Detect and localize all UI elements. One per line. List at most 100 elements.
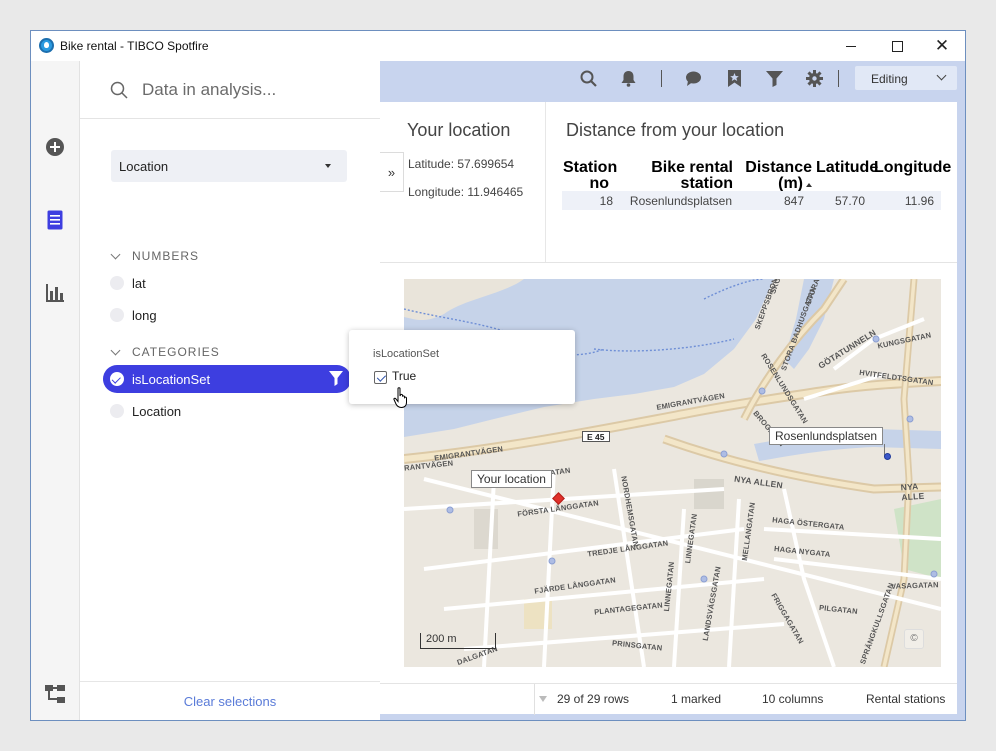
table-cell: 11.96 <box>904 194 934 208</box>
header-line: Longitude <box>874 159 952 176</box>
notifications-bell-icon[interactable] <box>620 70 637 87</box>
app-window: Bike rental - TIBCO Spotfire ✕ Location <box>30 30 966 721</box>
filter-icon[interactable] <box>766 70 783 87</box>
column-select-radio[interactable] <box>110 308 124 322</box>
window-title: Bike rental - TIBCO Spotfire <box>60 39 209 53</box>
street-label: HAGA NYGATA <box>773 544 831 559</box>
maximize-button[interactable] <box>874 31 920 61</box>
header-line: Station <box>563 159 618 176</box>
map-copyright-button[interactable]: © <box>904 629 924 649</box>
column-header-station-no[interactable]: Station no <box>563 159 618 192</box>
table-cell: 18 <box>599 194 613 208</box>
status-rows: 29 of 29 rows <box>557 692 630 706</box>
street-label: MELLANGATAN <box>739 501 758 562</box>
title-bar: Bike rental - TIBCO Spotfire ✕ <box>31 31 965 61</box>
map-scale-label: 200 m <box>426 633 457 645</box>
divider <box>545 102 546 262</box>
caret-down-icon[interactable] <box>539 696 547 702</box>
column-item-location[interactable]: Location <box>110 400 181 422</box>
data-canvas-icon[interactable] <box>45 684 65 704</box>
street-label: LINNEGATAN <box>683 513 699 564</box>
table-cell: 847 <box>783 194 804 208</box>
street-label: RANTVÄGEN <box>404 458 454 473</box>
street-label: ATAN <box>549 465 572 478</box>
data-search-input[interactable] <box>142 77 362 103</box>
column-header-distance[interactable]: Distance (m) <box>742 160 812 192</box>
station-marker[interactable] <box>884 453 891 460</box>
street-label: HVITFELDTSGATAN <box>858 367 935 388</box>
street-label: KUNGSGATAN <box>876 330 932 351</box>
column-label: isLocationSet <box>132 371 211 387</box>
search-icon <box>110 81 128 99</box>
column-select-radio[interactable] <box>110 276 124 290</box>
data-panel-icon[interactable] <box>45 210 65 230</box>
street-label: TREDJE LÅNGGATAN <box>586 538 669 559</box>
street-label: FRIGGAGATAN <box>769 591 806 646</box>
chevron-down-icon <box>936 70 947 81</box>
header-line: Latitude <box>816 159 879 176</box>
caret-down-icon <box>325 164 331 168</box>
your-location-title: Your location <box>407 120 511 140</box>
column-label: Location <box>132 403 182 419</box>
status-bar: 29 of 29 rows 1 marked 10 columns Rental… <box>380 683 957 715</box>
your-location-latitude: Latitude: 57.699654 <box>408 157 515 171</box>
chevron-down-icon <box>110 345 121 355</box>
header-line: Bike rental station <box>651 159 733 192</box>
close-button[interactable]: ✕ <box>919 31 965 61</box>
chevron-down-icon <box>110 249 121 259</box>
settings-gear-icon[interactable] <box>806 70 823 87</box>
street-label: NYA ALLE <box>900 481 925 503</box>
data-table-select[interactable]: Location <box>111 150 347 182</box>
spotfire-logo-icon <box>39 38 54 53</box>
column-header-longitude[interactable]: Longitude <box>874 159 952 176</box>
column-item-islocationset[interactable]: isLocationSet <box>103 365 351 393</box>
minimize-button[interactable] <box>828 31 874 61</box>
mode-dropdown[interactable]: Editing <box>855 66 957 90</box>
column-label: lat <box>132 275 146 291</box>
column-item-lat[interactable]: lat <box>110 272 146 294</box>
add-icon[interactable] <box>45 137 65 157</box>
your-location-longitude: Longitude: 11.946465 <box>408 185 524 199</box>
data-panel: Location NUMBERS lat long CATEGORIES isL… <box>80 61 380 720</box>
street-label: EMIGRANTVÄGEN <box>655 391 726 412</box>
street-label: PILGATAN <box>818 602 859 617</box>
status-columns: 10 columns <box>762 692 824 706</box>
visualization-icon[interactable] <box>45 283 65 303</box>
filter-true-checkbox[interactable] <box>374 371 387 384</box>
filter-icon[interactable] <box>329 371 343 386</box>
toolbar-divider <box>838 70 839 87</box>
map-scale-bar: 200 m <box>420 633 496 649</box>
your-location-label: Your location <box>471 470 552 488</box>
mode-label: Editing <box>871 72 908 86</box>
table-cell: 57.70 <box>834 194 865 208</box>
sort-ascending-icon <box>806 183 812 187</box>
column-header-latitude[interactable]: Latitude <box>816 159 879 176</box>
filter-true-label[interactable]: True <box>392 369 416 383</box>
column-label: long <box>132 307 157 323</box>
comments-icon[interactable] <box>685 70 702 87</box>
numbers-section-header[interactable]: NUMBERS <box>110 249 199 263</box>
expand-panel-button[interactable]: » <box>380 152 404 192</box>
left-icon-rail <box>31 61 80 720</box>
street-label: FJÄRDE LÅNGGATAN <box>533 575 617 596</box>
bookmark-icon[interactable] <box>726 70 743 87</box>
column-select-radio[interactable] <box>110 404 124 418</box>
street-label: GÖTATUNNELN <box>816 327 878 371</box>
search-icon[interactable] <box>580 70 597 87</box>
street-label: PLANTAGEGATAN <box>593 600 664 617</box>
street-label: PRINSGATAN <box>611 638 663 653</box>
clear-selections-link[interactable]: Clear selections <box>80 681 380 720</box>
data-search-row <box>80 61 380 119</box>
street-label: NORDHEMSGATAN <box>619 475 641 548</box>
visualization-canvas: Your location Latitude: 57.699654 Longit… <box>380 102 957 715</box>
distance-table-title: Distance from your location <box>566 120 785 140</box>
categories-section-header[interactable]: CATEGORIES <box>110 345 220 359</box>
status-data-table: Rental stations <box>866 692 946 706</box>
column-item-long[interactable]: long <box>110 304 157 326</box>
header-line: Distance <box>745 159 812 176</box>
street-label: STORA <box>803 279 822 306</box>
road-sign-e45: E 45 <box>582 431 610 442</box>
filter-popup: isLocationSet True <box>349 330 575 404</box>
street-label: HAGA ÖSTERGATA <box>771 515 845 532</box>
status-marked: 1 marked <box>671 692 722 706</box>
